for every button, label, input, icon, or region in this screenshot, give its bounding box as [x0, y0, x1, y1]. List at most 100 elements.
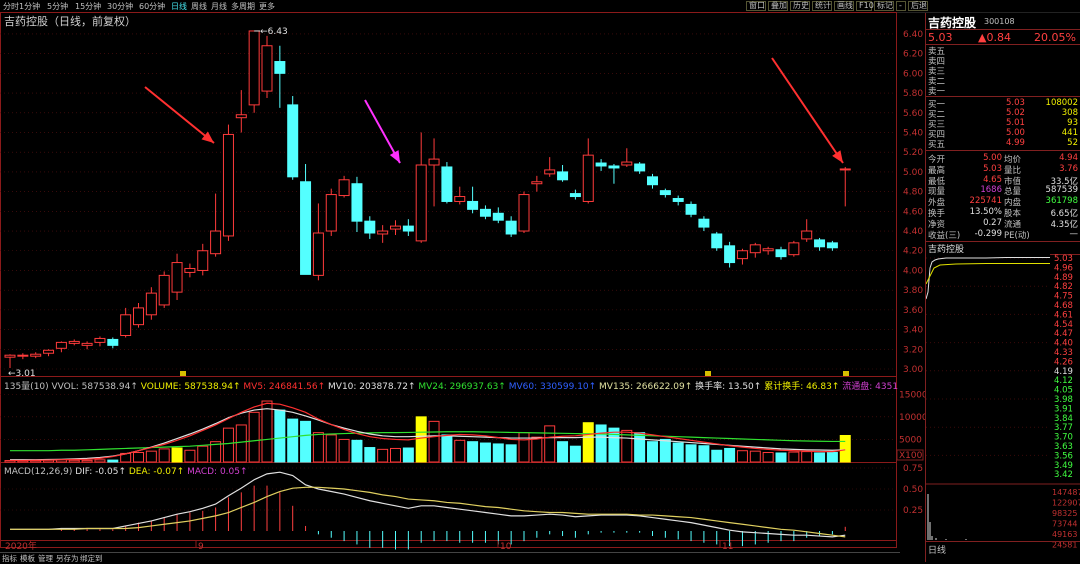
signal-marker — [843, 371, 849, 376]
volume-bar — [222, 427, 234, 463]
candle-body — [17, 354, 29, 357]
volume-bar — [133, 452, 144, 463]
candle-body — [158, 274, 170, 306]
volume-bar — [762, 452, 774, 463]
volume-bar — [364, 447, 376, 463]
candle-body — [248, 30, 260, 106]
quote-stat-value: 5.00 — [983, 153, 1002, 163]
quote-stat-value: 1686 — [980, 185, 1002, 196]
candle-body — [107, 338, 119, 346]
price-tick-label: 4.40 — [903, 227, 923, 237]
quote-stat-label: 收益(三) — [928, 230, 961, 241]
quote-change: ▲0.84 — [978, 31, 1011, 44]
annotation-arrow-shaft — [144, 86, 215, 144]
indicator-button[interactable]: 模板 — [20, 553, 35, 564]
candle-body — [685, 203, 697, 215]
quote-stat-value: 5.03 — [983, 163, 1002, 174]
quote-stat-row: 外盘 225741 内盘 361798 — [926, 196, 1080, 208]
volume-bar — [749, 450, 761, 463]
mini-volume-tick: 98325 — [1052, 509, 1077, 518]
quote-name: 吉药控股 — [928, 16, 977, 30]
candle-body — [261, 45, 273, 92]
macd-header-item: DIF: -0.05↑ — [75, 467, 129, 477]
quote-header: 吉药控股 300108 — [926, 13, 1080, 30]
quote-panel: 吉药控股 300108 5.03 ▲0.84 20.05% 卖五 卖四 卖三 卖二 卖一… — [925, 13, 1080, 562]
volume-bar — [441, 434, 453, 463]
volume-header: 135量(10) VVOL: 587538.94↑ VOLUME: 587538… — [4, 380, 898, 392]
mini-volume-tick: 122907 — [1052, 499, 1080, 508]
candle-body — [569, 193, 581, 198]
quote-stat-value: 13.50% — [969, 207, 1002, 217]
candle-body — [762, 248, 774, 252]
volume-bar — [158, 448, 170, 463]
macd-header: MACD(12,26,9) DIF: -0.05↑ DEA: -0.07↑ MA… — [4, 467, 248, 477]
volume-bar — [235, 424, 247, 463]
volume-bar — [711, 449, 723, 463]
volume-bar — [467, 441, 479, 463]
candle-body — [505, 220, 517, 235]
candle-body — [608, 165, 620, 169]
quote-stat-value: 225741 — [969, 196, 1002, 207]
candle-body — [222, 133, 234, 237]
order-book-row: 卖五 — [926, 45, 1080, 57]
annotation-arrow — [364, 99, 401, 164]
candle-body — [801, 230, 813, 240]
candle-body — [402, 225, 414, 232]
volume-bar — [402, 447, 414, 463]
candle-body — [210, 230, 222, 255]
volume-bar — [801, 451, 813, 463]
quote-stat-row: 最高 5.03 量比 3.76 — [926, 163, 1080, 176]
candle-body — [197, 250, 209, 271]
indicator-button[interactable]: 管理 — [38, 553, 53, 564]
volume-header-item: MV24: 296937.63↑ — [418, 382, 508, 392]
kline-chart-area[interactable]: 6.40 6.20 6.00 5.80 5.60 5.40 5.20 5.00 4.80 4.60… — [0, 0, 925, 562]
mini-period-label[interactable]: 日线 — [928, 543, 946, 556]
candle-body — [698, 218, 710, 228]
signal-marker — [180, 371, 186, 376]
order-book-price: 5.02 — [1006, 108, 1025, 118]
price-tick-label: 5.80 — [903, 89, 923, 99]
candle-body — [531, 181, 543, 185]
volume-bar — [68, 459, 80, 463]
candle-body — [467, 200, 479, 210]
volume-bar — [338, 438, 350, 463]
price-tick-label: 5.60 — [903, 109, 923, 119]
indicator-button[interactable]: 另存为 — [56, 553, 79, 564]
price-tick-label: 3.60 — [903, 306, 923, 316]
quote-stat-row: 换手 13.50% 股本 6.65亿 — [926, 207, 1080, 219]
annotation-arrow — [144, 86, 215, 144]
intraday-mini-chart[interactable]: 5.034.964.894.824.754.684.614.544.474.40… — [926, 254, 1080, 550]
order-book-row: 买二 5.02 308 — [926, 108, 1080, 120]
price-tick-label: 6.20 — [903, 50, 923, 60]
candle-body — [133, 307, 144, 326]
candle-body — [390, 225, 401, 230]
price-tick-label: 4.60 — [903, 207, 923, 217]
quote-stat-value: 3.76 — [1059, 163, 1078, 174]
candle-body — [724, 245, 736, 264]
order-book-price: 5.03 — [1006, 98, 1025, 108]
mini-volume-tick: 73744 — [1052, 520, 1077, 529]
volume-tick-label: 10000 — [899, 413, 925, 423]
order-book-volume: 108002 — [1045, 98, 1078, 108]
volume-bar — [145, 450, 157, 463]
candle-body — [171, 262, 183, 293]
price-tick-label: 3.00 — [903, 365, 923, 375]
candle-body — [120, 314, 132, 336]
indicator-button[interactable]: 指标 — [2, 553, 17, 564]
mini-chart-bg — [926, 254, 1050, 540]
price-tick-label: 6.00 — [903, 69, 923, 79]
mini-volume-tick: 147487 — [1052, 488, 1080, 497]
price-tick-label: 6.40 — [903, 30, 923, 40]
volume-bar — [479, 442, 491, 463]
low-price-label: ←3.01 — [8, 369, 36, 379]
candle-body — [184, 267, 196, 273]
indicator-button[interactable]: 绑定到 — [80, 553, 103, 564]
candle-body — [775, 249, 787, 258]
volume-bar — [325, 434, 337, 463]
order-book-row: 买三 5.01 93 — [926, 118, 1080, 130]
volume-bar — [248, 411, 260, 463]
candle-body — [736, 250, 748, 260]
volume-header-item: MV5: 246841.56↑ — [243, 382, 328, 392]
volume-bar — [569, 445, 581, 463]
volume-header-item: 换手率: 13.50↑ — [695, 380, 764, 392]
